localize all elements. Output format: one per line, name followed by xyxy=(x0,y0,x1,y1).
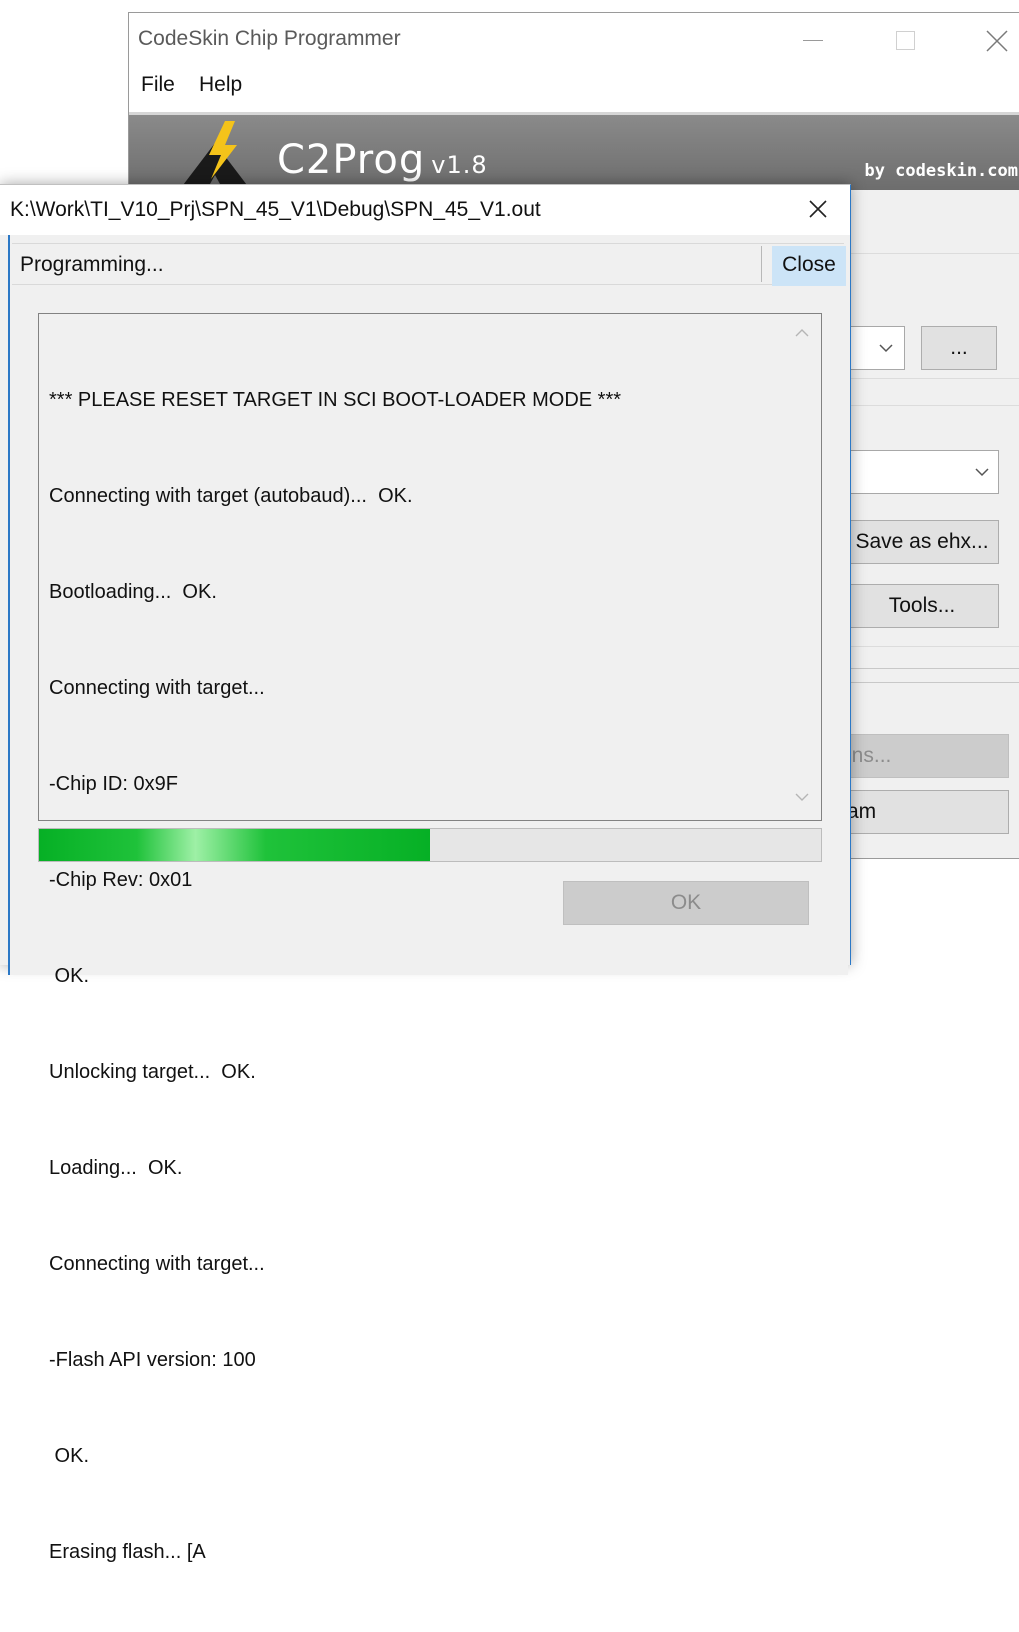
tools-label: Tools... xyxy=(888,594,956,617)
save-as-ehx-label: Save as ehx... xyxy=(855,530,989,553)
log-line: Unlocking target... OK. xyxy=(49,1061,256,1083)
banner-product: C2Prog v1.8 xyxy=(277,137,488,183)
browse-button[interactable]: ... xyxy=(921,326,997,370)
status-text: Programming... xyxy=(20,253,164,276)
scroll-up-icon[interactable] xyxy=(793,324,811,342)
minimize-button[interactable] xyxy=(793,23,833,59)
main-close-button[interactable] xyxy=(977,23,1017,59)
dialog-close-button[interactable] xyxy=(798,195,838,225)
chevron-down-icon xyxy=(879,344,893,353)
c2prog-logo-icon xyxy=(177,121,253,193)
banner-version: v1.8 xyxy=(431,151,488,179)
main-titlebar[interactable]: CodeSkin Chip Programmer xyxy=(129,13,1019,67)
program-button[interactable]: ram xyxy=(829,790,1009,834)
browse-button-label: ... xyxy=(950,336,968,359)
log-line: Connecting with target... xyxy=(49,1253,265,1275)
close-icon xyxy=(986,30,1008,52)
log-line: OK. xyxy=(49,1445,90,1467)
menubar: File Help xyxy=(129,67,1019,107)
target-combo[interactable] xyxy=(829,450,999,494)
dialog-body: Programming... Close *** PLEASE RESET TA… xyxy=(8,235,848,1563)
log-line: *** PLEASE RESET TARGET IN SCI BOOT-LOAD… xyxy=(49,389,622,411)
banner-product-name: C2Prog xyxy=(277,137,426,183)
maximize-button[interactable] xyxy=(885,23,925,59)
log-line: Bootloading... OK. xyxy=(49,581,217,603)
banner-by-link[interactable]: by codeskin.com xyxy=(864,161,1018,181)
close-button[interactable]: Close xyxy=(772,246,846,286)
log-line: Loading... OK. xyxy=(49,1157,183,1179)
log-line: Connecting with target... xyxy=(49,677,265,699)
options-button[interactable]: ons... xyxy=(829,734,1009,778)
tools-button[interactable]: Tools... xyxy=(845,584,999,628)
dialog-titlebar[interactable]: K:\Work\TI_V10_Prj\SPN_45_V1\Debug\SPN_4… xyxy=(0,185,850,235)
dialog-title: K:\Work\TI_V10_Prj\SPN_45_V1\Debug\SPN_4… xyxy=(10,198,541,221)
chevron-down-icon xyxy=(975,468,989,477)
minimize-icon xyxy=(803,40,823,41)
log-line: OK. xyxy=(49,965,90,987)
progress-fill xyxy=(39,829,430,861)
app-banner: C2Prog v1.8 by codeskin.com xyxy=(129,112,1019,193)
log-line: -Flash API version: 100 xyxy=(49,1349,256,1371)
progress-bar xyxy=(38,828,822,862)
close-icon xyxy=(809,200,827,218)
status-bar: Programming... Close xyxy=(12,243,846,286)
maximize-icon xyxy=(896,31,915,50)
status-separator xyxy=(761,246,762,282)
log-lines: *** PLEASE RESET TARGET IN SCI BOOT-LOAD… xyxy=(49,320,789,1632)
ok-button[interactable]: OK xyxy=(563,881,809,925)
log-line: Connecting with target (autobaud)... OK. xyxy=(49,485,413,507)
save-as-ehx-button[interactable]: Save as ehx... xyxy=(845,520,999,564)
menu-help[interactable]: Help xyxy=(199,73,242,97)
programming-dialog: K:\Work\TI_V10_Prj\SPN_45_V1\Debug\SPN_4… xyxy=(0,184,851,1563)
log-line: Erasing flash... [A xyxy=(49,1541,206,1563)
log-output[interactable]: *** PLEASE RESET TARGET IN SCI BOOT-LOAD… xyxy=(38,313,822,1563)
menu-file[interactable]: File xyxy=(141,73,175,97)
main-window-title: CodeSkin Chip Programmer xyxy=(138,27,401,50)
scroll-down-icon[interactable] xyxy=(793,788,811,806)
log-line: -Chip ID: 0x9F xyxy=(49,773,178,795)
